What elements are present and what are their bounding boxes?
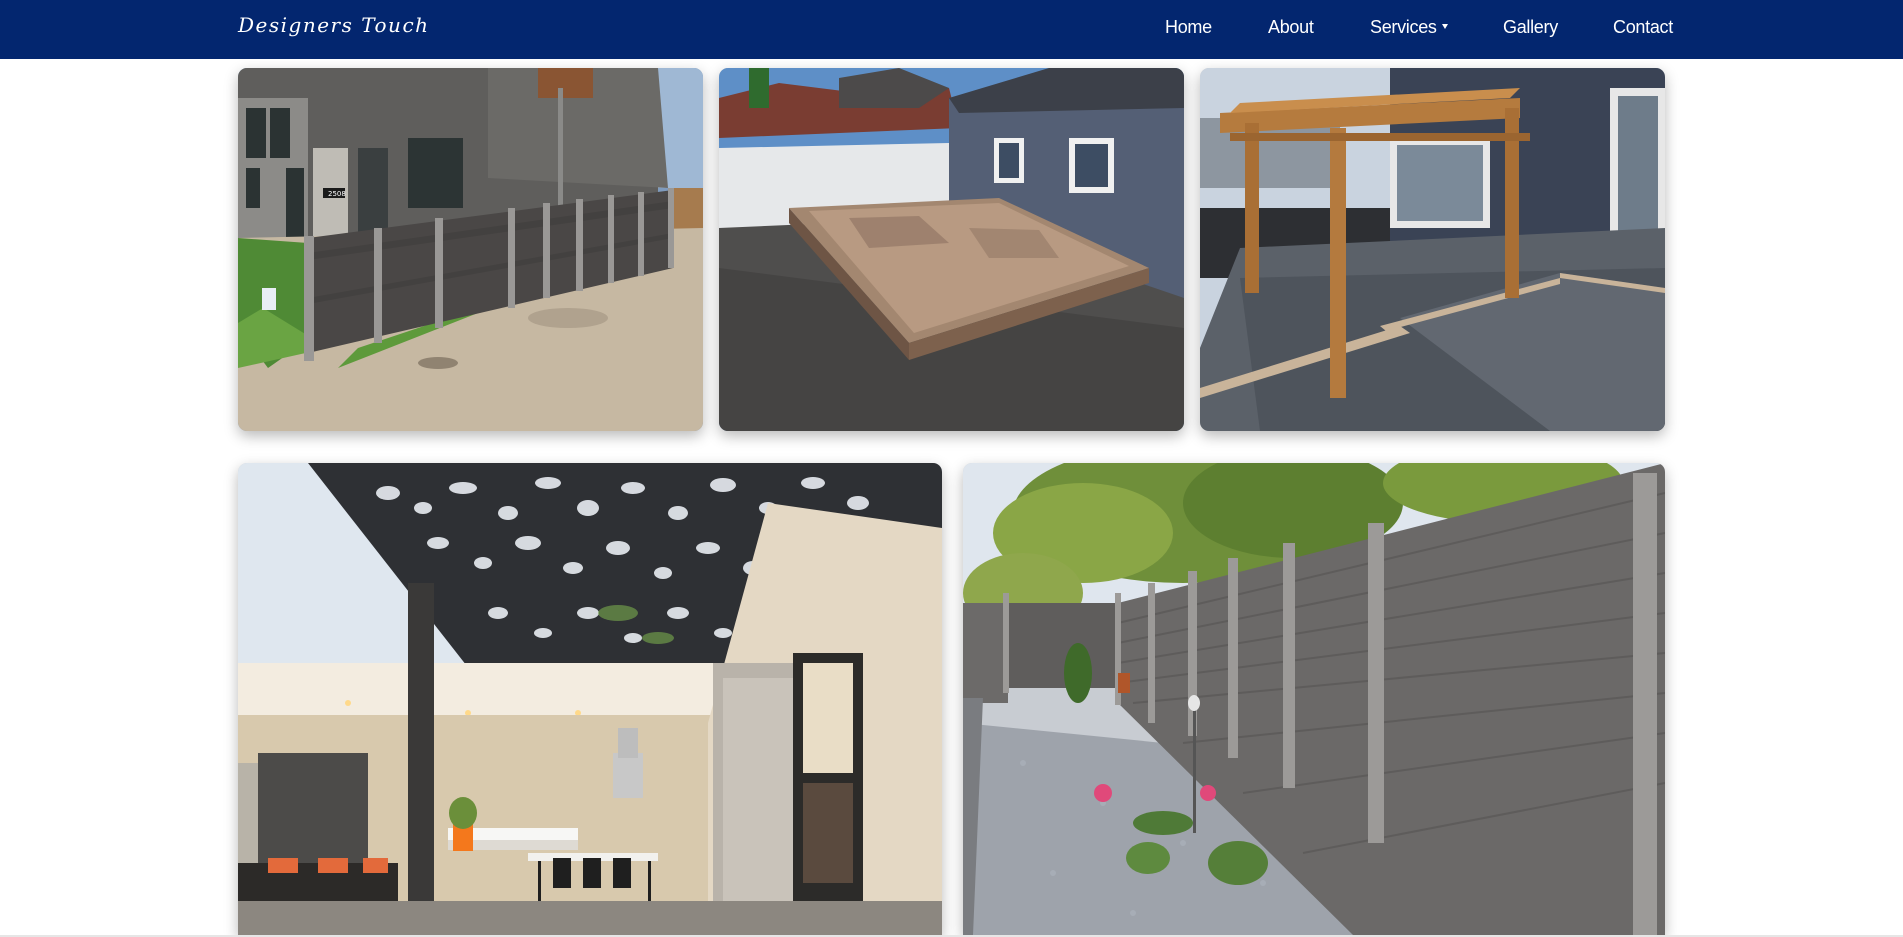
nav-contact[interactable]: Contact [1613,17,1673,38]
caret-down-icon [1441,23,1448,29]
nav-services[interactable]: Services [1370,17,1448,38]
nav-gallery[interactable]: Gallery [1503,17,1558,38]
gallery-image-floating-deck[interactable] [719,68,1184,431]
house-number-sign: 2508 [328,190,346,198]
top-navbar: Designers Touch Home About Services Gall… [0,0,1903,59]
brand-logo[interactable]: Designers Touch [238,13,430,37]
gallery-image-privacy-fence[interactable] [963,463,1665,935]
pergola-deck-photo [1200,68,1665,431]
gallery-image-metal-canopy[interactable] [238,463,942,935]
gallery-image-pergola-deck[interactable] [1200,68,1665,431]
nav-services-label: Services [1370,17,1437,37]
fence-house-photo: 2508 [238,68,703,431]
nav-home[interactable]: Home [1165,17,1212,38]
floating-deck-photo [719,68,1184,431]
nav-about[interactable]: About [1268,17,1314,38]
privacy-fence-photo [963,463,1665,935]
metal-canopy-photo [238,463,942,935]
gallery-image-fence-house[interactable]: 2508 [238,68,703,431]
